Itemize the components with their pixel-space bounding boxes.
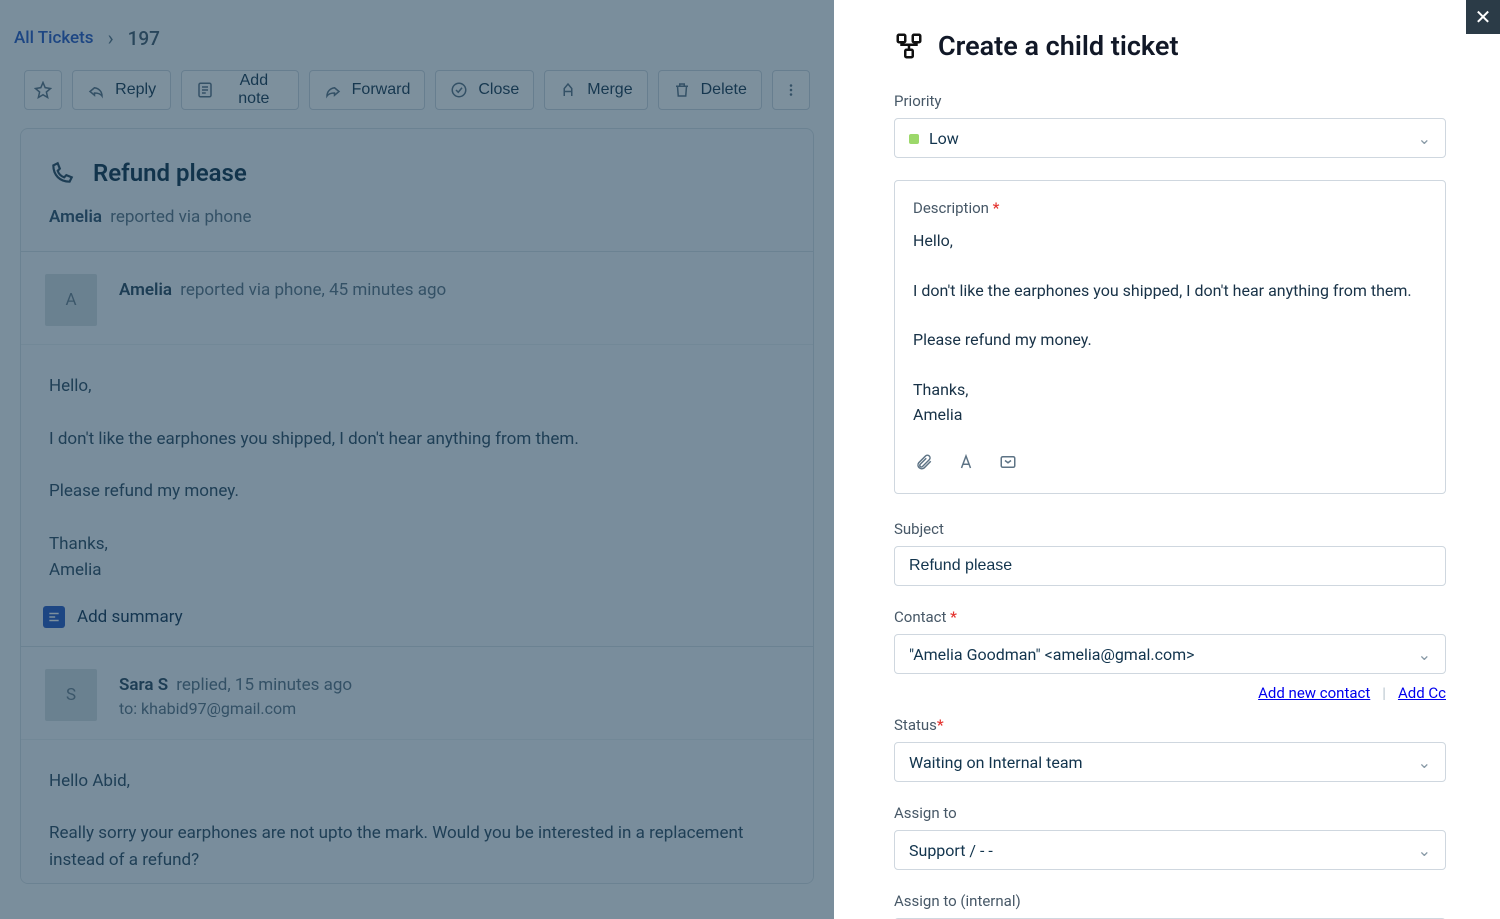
add-new-contact-link[interactable]: Add new contact — [1258, 684, 1370, 702]
status-label: Status — [894, 716, 1446, 734]
paperclip-icon — [915, 453, 933, 471]
close-icon: ✕ — [1475, 5, 1492, 29]
assign-to-select[interactable]: Support / - - ⌄ — [894, 830, 1446, 870]
description-field: Description Hello, I don't like the earp… — [894, 180, 1446, 494]
divider: | — [1382, 684, 1386, 702]
priority-field: Priority Low ⌄ — [894, 92, 1446, 158]
modal-overlay[interactable] — [0, 0, 834, 919]
panel-title: Create a child ticket — [894, 30, 1446, 62]
contact-select[interactable]: "Amelia Goodman" <amelia@gmal.com> ⌄ — [894, 634, 1446, 674]
chevron-down-icon: ⌄ — [1418, 645, 1431, 664]
status-select[interactable]: Waiting on Internal team ⌄ — [894, 742, 1446, 782]
assign-internal-label: Assign to (internal) — [894, 892, 1446, 910]
child-ticket-icon — [894, 31, 924, 61]
add-cc-link[interactable]: Add Cc — [1398, 684, 1446, 702]
status-value: Waiting on Internal team — [909, 753, 1083, 772]
assign-to-value: Support / - - — [909, 841, 993, 860]
description-editor[interactable]: Hello, I don't like the earphones you sh… — [913, 229, 1427, 427]
subject-field: Subject — [894, 520, 1446, 586]
priority-select[interactable]: Low ⌄ — [894, 118, 1446, 158]
chevron-down-icon: ⌄ — [1418, 129, 1431, 148]
canned-response-icon — [999, 453, 1017, 471]
text-format-button[interactable] — [957, 453, 975, 475]
contact-field: Contact "Amelia Goodman" <amelia@gmal.co… — [894, 608, 1446, 702]
subject-input[interactable] — [894, 546, 1446, 586]
text-format-icon — [957, 453, 975, 471]
chevron-down-icon: ⌄ — [1418, 841, 1431, 860]
contact-value: "Amelia Goodman" <amelia@gmal.com> — [909, 645, 1195, 664]
assign-to-label: Assign to — [894, 804, 1446, 822]
subject-label: Subject — [894, 520, 1446, 538]
panel-title-text: Create a child ticket — [938, 30, 1179, 62]
assign-to-field: Assign to Support / - - ⌄ — [894, 804, 1446, 870]
close-panel-button[interactable]: ✕ — [1466, 0, 1500, 34]
contact-actions: Add new contact | Add Cc — [894, 684, 1446, 702]
status-field: Status Waiting on Internal team ⌄ — [894, 716, 1446, 782]
description-label: Description — [913, 199, 1427, 217]
chevron-down-icon: ⌄ — [1418, 753, 1431, 772]
create-child-ticket-panel: Create a child ticket Priority Low ⌄ Des… — [834, 0, 1500, 919]
attachment-button[interactable] — [915, 453, 933, 475]
priority-dot-icon — [909, 134, 919, 144]
editor-toolbar — [913, 445, 1427, 483]
canned-response-button[interactable] — [999, 453, 1017, 475]
priority-value: Low — [929, 129, 959, 148]
contact-label: Contact — [894, 608, 1446, 626]
assign-internal-field: Assign to (internal) Refunds and Replace… — [894, 892, 1446, 919]
priority-label: Priority — [894, 92, 1446, 110]
